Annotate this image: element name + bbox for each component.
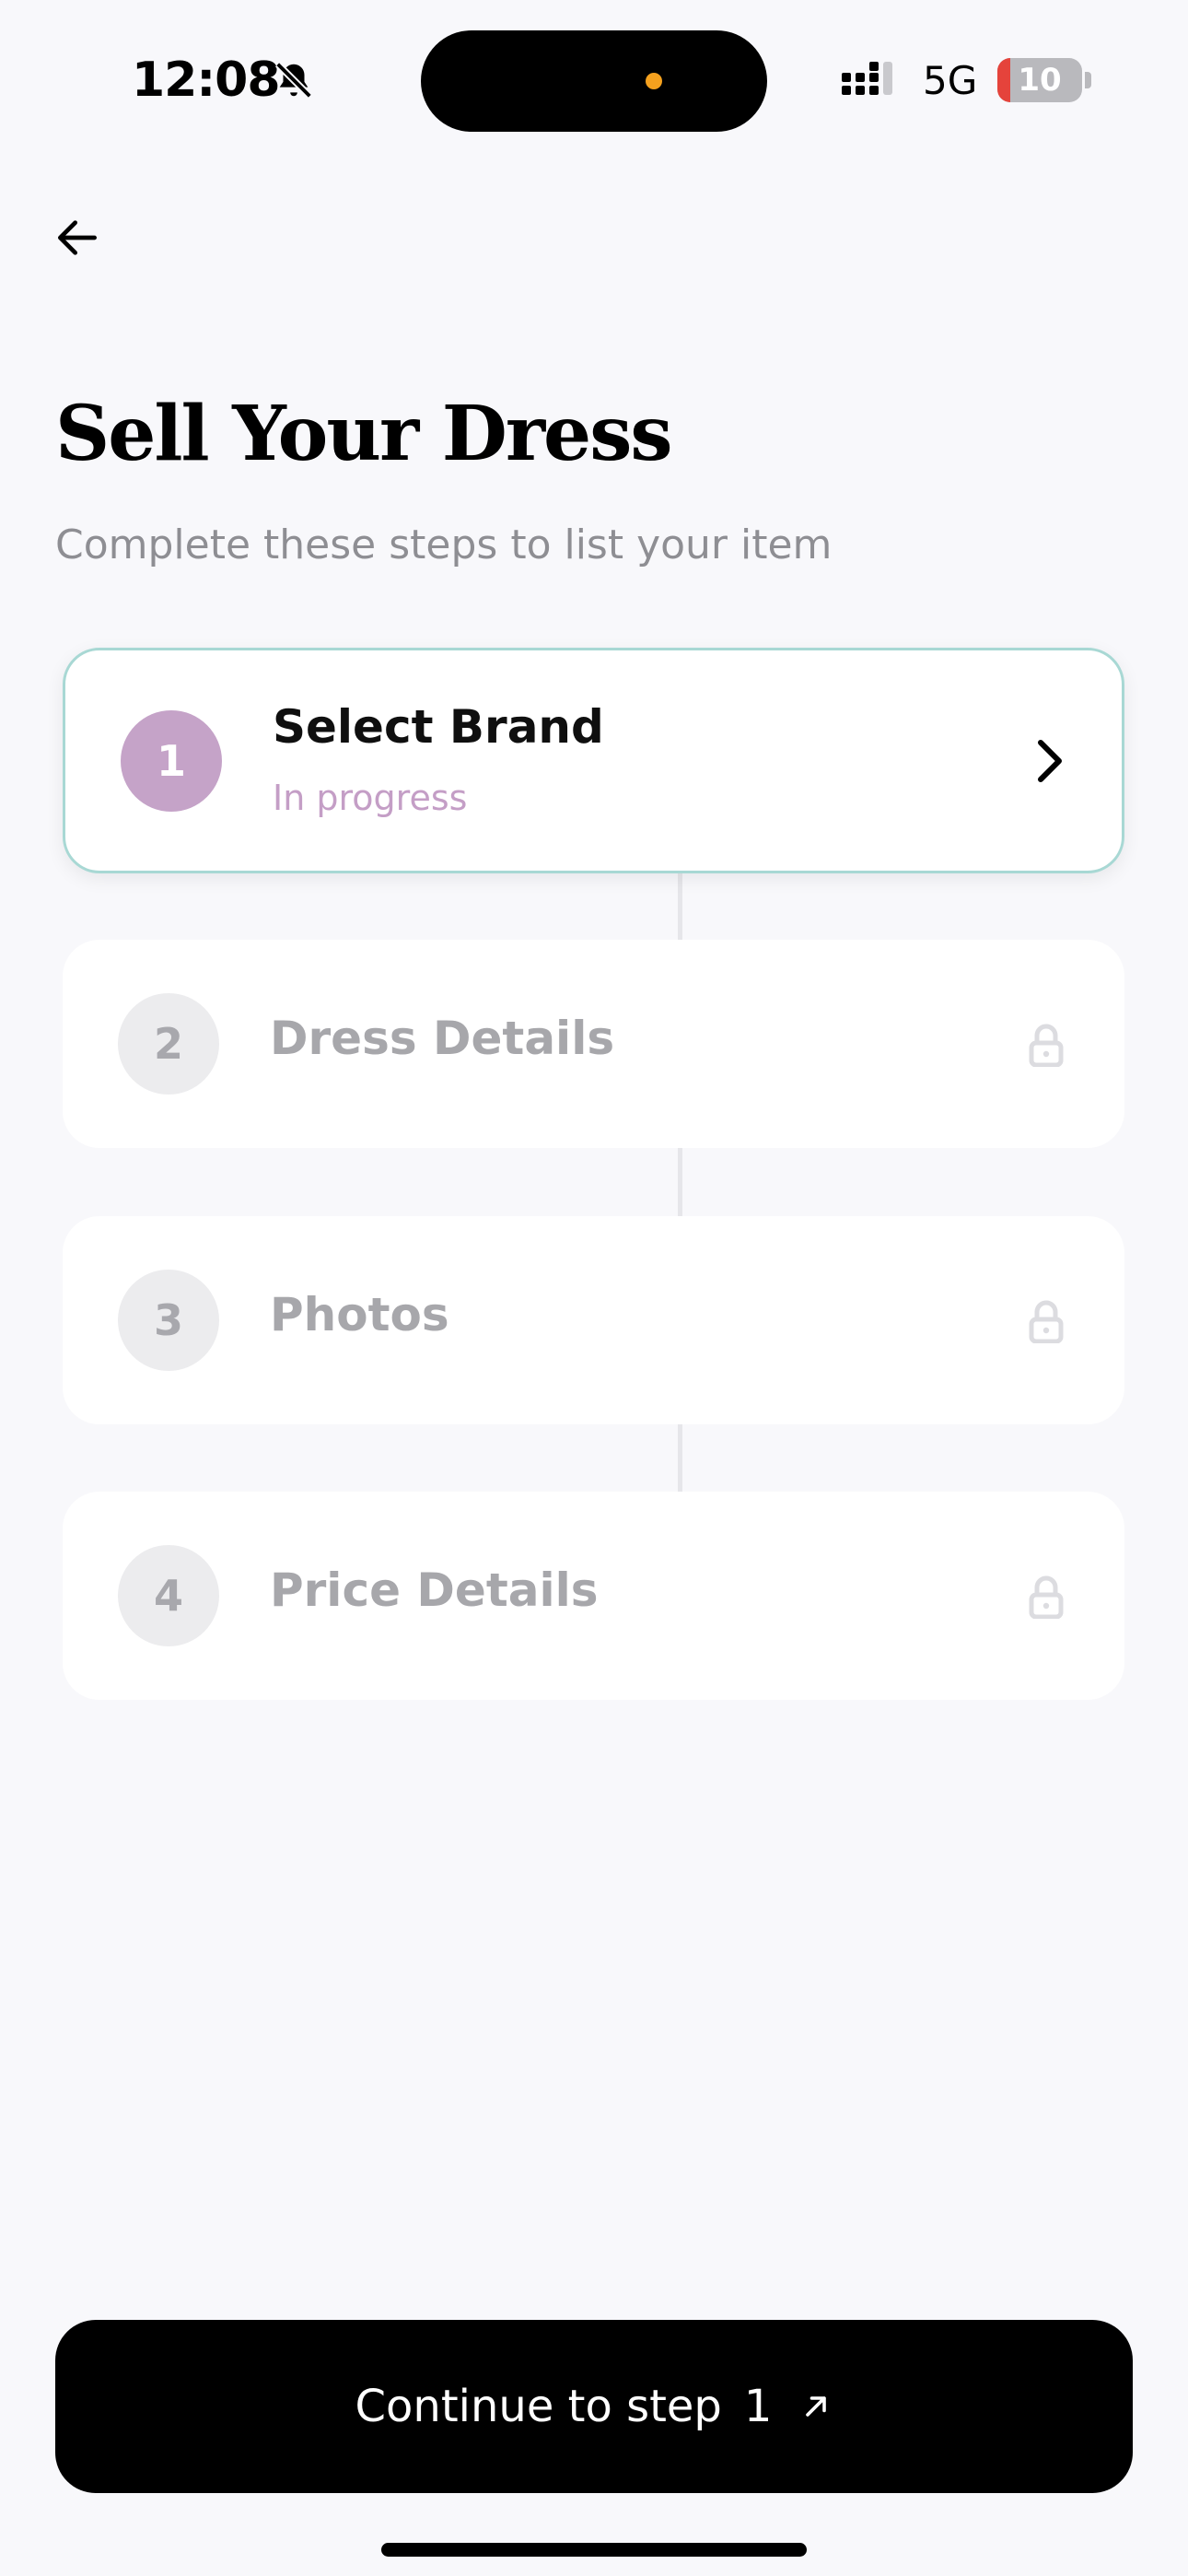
step-card-price-details: 4 Price Details — [63, 1492, 1124, 1700]
step-connector — [678, 872, 682, 940]
step-number-badge: 1 — [121, 710, 222, 812]
page-subtitle: Complete these steps to list your item — [55, 521, 833, 568]
page-title: Sell Your Dress — [55, 390, 673, 478]
arrow-left-icon[interactable] — [52, 212, 103, 263]
step-card-photos: 3 Photos — [63, 1216, 1124, 1424]
step-title: Dress Details — [270, 1012, 615, 1065]
dynamic-island — [421, 30, 767, 132]
battery-icon: 10 — [997, 58, 1082, 102]
battery-percentage: 10 — [1018, 62, 1062, 99]
bell-slash-icon — [275, 62, 312, 99]
status-time: 12:08 — [132, 53, 281, 108]
home-indicator[interactable] — [381, 2543, 807, 2557]
signal-bars-icon — [842, 62, 892, 95]
continue-button-step: 1 — [743, 2381, 773, 2432]
step-number-badge: 2 — [118, 993, 219, 1095]
network-type: 5G — [923, 58, 978, 103]
step-number-badge: 4 — [118, 1545, 219, 1646]
continue-button-label: Continue to step — [355, 2381, 722, 2432]
chevron-right-icon — [1038, 740, 1062, 782]
arrow-up-right-icon — [806, 2396, 827, 2417]
step-connector — [678, 1148, 682, 1216]
step-title: Price Details — [270, 1563, 599, 1617]
step-card-select-brand[interactable]: 1 Select Brand In progress — [63, 648, 1124, 873]
lock-icon — [1029, 1024, 1064, 1067]
step-title: Photos — [270, 1288, 449, 1341]
lock-icon — [1029, 1300, 1064, 1343]
continue-button[interactable]: Continue to step 1 — [55, 2320, 1133, 2493]
sell-dress-screen: 12:08 5G 10 Sell Your Dress Complete the… — [0, 0, 1188, 2576]
step-status: In progress — [273, 778, 468, 818]
step-card-dress-details: 2 Dress Details — [63, 940, 1124, 1148]
step-number-badge: 3 — [118, 1270, 219, 1371]
lock-icon — [1029, 1575, 1064, 1619]
step-title: Select Brand — [273, 700, 604, 754]
battery-tip — [1085, 72, 1091, 88]
camera-indicator-dot — [646, 73, 662, 89]
step-connector — [678, 1423, 682, 1492]
